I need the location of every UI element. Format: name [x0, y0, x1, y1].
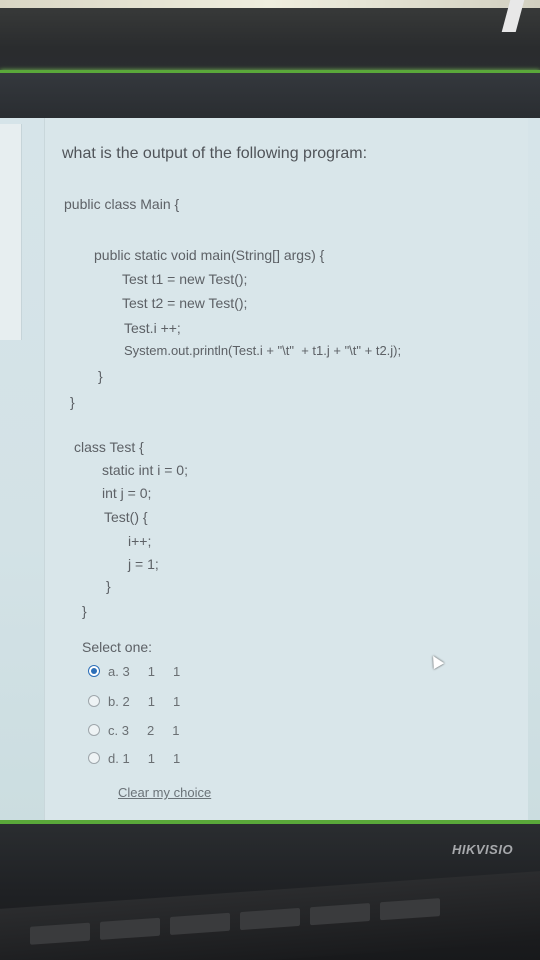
code-line: System.out.println(Test.i + "\t" + t1.j …	[124, 343, 402, 358]
select-one-label: Select one:	[82, 639, 153, 655]
code-line: }	[98, 368, 103, 384]
radio-button[interactable]	[88, 724, 100, 736]
radio-button[interactable]	[88, 695, 100, 707]
option-label: d. 1 1 1	[108, 750, 181, 766]
monitor-brand-logo: HIKVISIO	[452, 842, 514, 857]
left-sidebar-strip	[0, 124, 22, 340]
monitor-top-bezel	[0, 0, 540, 120]
code-line: class Test {	[74, 439, 144, 455]
answer-option-c[interactable]: c. 3 2 1	[88, 721, 180, 739]
keyboard-key	[380, 898, 440, 921]
radio-button[interactable]	[88, 665, 100, 677]
paper-edge	[0, 0, 540, 8]
option-label: a. 3 1 1	[108, 663, 181, 679]
keyboard-key	[170, 912, 230, 935]
code-line: public class Main {	[64, 196, 180, 212]
screen	[0, 118, 540, 824]
code-line: static int i = 0;	[102, 462, 188, 478]
code-line: i++;	[128, 533, 152, 549]
code-line: Test.i ++;	[124, 320, 181, 336]
answer-option-b[interactable]: b. 2 1 1	[88, 692, 180, 710]
keyboard-key	[100, 917, 160, 940]
clear-choice-link[interactable]: Clear my choice	[118, 785, 211, 800]
browser-toolbar-band	[0, 73, 540, 118]
code-line: Test t2 = new Test();	[122, 295, 248, 311]
keyboard-key	[30, 922, 90, 945]
answer-option-a[interactable]: a. 3 1 1	[88, 662, 180, 680]
code-line: public static void main(String[] args) {	[94, 247, 325, 263]
keyboard-key	[310, 903, 370, 926]
code-line: Test t1 = new Test();	[122, 271, 248, 287]
keyboard-key	[240, 907, 300, 931]
option-label: b. 2 1 1	[108, 693, 181, 709]
code-line: }	[70, 394, 75, 410]
radio-button[interactable]	[88, 752, 100, 764]
code-line: int j = 0;	[102, 485, 152, 501]
code-line: }	[82, 603, 87, 619]
option-label: c. 3 2 1	[108, 722, 180, 738]
code-line: }	[106, 578, 111, 594]
answer-option-d[interactable]: d. 1 1 1	[88, 749, 180, 767]
code-line: Test() {	[104, 509, 148, 525]
code-line: j = 1;	[128, 556, 159, 572]
question-prompt: what is the output of the following prog…	[62, 145, 368, 162]
